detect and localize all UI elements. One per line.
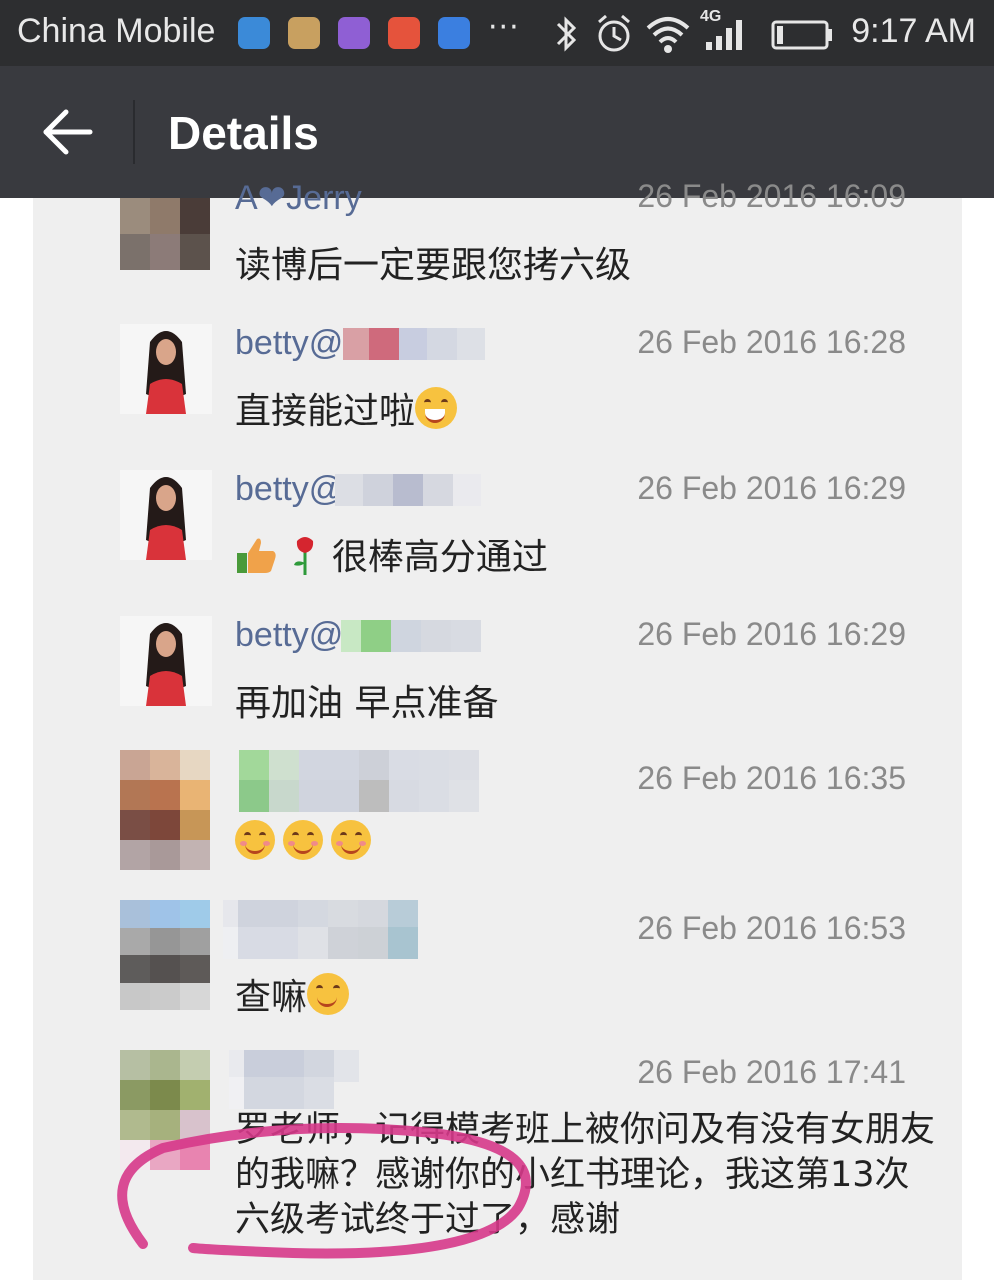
- battery-icon: [771, 20, 832, 50]
- highlight-circle-annotation: [117, 1123, 531, 1259]
- app-notification-icon: [288, 17, 320, 49]
- network-type-label: 4G: [700, 8, 722, 25]
- carrier-label: China Mobile: [17, 12, 216, 50]
- comment-list: A❤Jerry 26 Feb 2016 16:09 读博后一定要跟您拷六级 be…: [33, 178, 962, 1280]
- app-notification-icon: [338, 17, 370, 49]
- more-notifications-icon: ···: [488, 10, 520, 45]
- alarm-icon: [598, 14, 630, 52]
- baidu-icon: [438, 17, 470, 49]
- status-bar: China Mobile ··· 4G 9:17 AM: [0, 0, 994, 66]
- wifi-icon: [646, 17, 690, 53]
- clock: 9:17 AM: [851, 12, 976, 50]
- app-notification-icon: [388, 17, 420, 49]
- app-notification-icon: [238, 17, 270, 49]
- bluetooth-icon: [556, 16, 577, 52]
